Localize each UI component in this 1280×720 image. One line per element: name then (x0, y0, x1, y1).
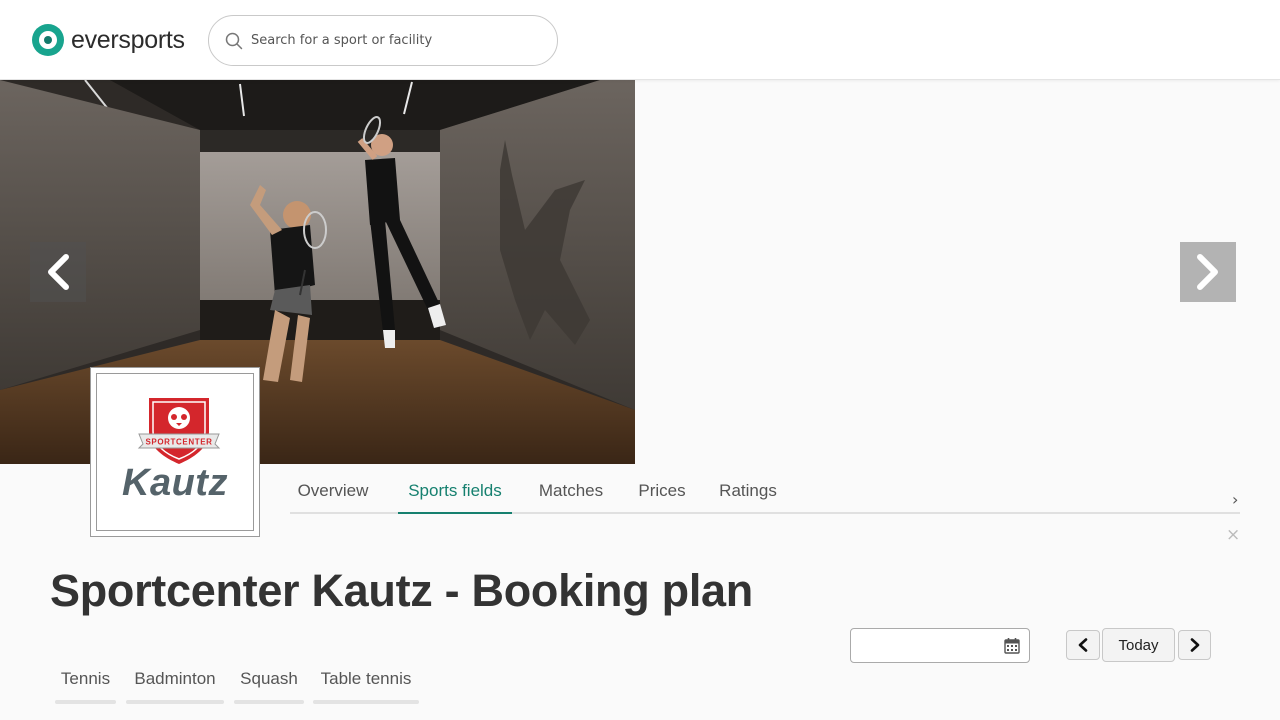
facility-wordmark: Kautz (122, 462, 228, 504)
facility-tabs: Overview Sports fields Matches Prices Ra… (290, 470, 1240, 514)
sportcenter-crest-logo: SPORTCENTER (137, 398, 221, 464)
eversports-logo-icon (32, 24, 64, 56)
sport-tab-indicator (126, 700, 224, 704)
sport-tab-label: Table tennis (320, 669, 412, 688)
tab-sports-fields[interactable]: Sports fields (398, 470, 512, 514)
sport-tab-label: Tennis (60, 669, 111, 688)
eversports-logo[interactable]: eversports (32, 22, 185, 58)
sport-tab-indicator (55, 700, 116, 704)
tab-matches[interactable]: Matches (534, 470, 608, 514)
sport-tab-tennis[interactable]: Tennis (55, 666, 116, 704)
crest-text: SPORTCENTER (145, 438, 212, 447)
site-header: eversports (0, 0, 1280, 80)
page-title: Sportcenter Kautz - Booking plan (50, 565, 753, 616)
chevron-left-icon (1078, 638, 1088, 652)
sport-tab-label: Badminton (134, 669, 216, 688)
calendar-icon[interactable] (1004, 637, 1020, 654)
sport-tab-indicator (234, 700, 304, 704)
search-input[interactable] (251, 33, 531, 48)
sport-tab-table-tennis[interactable]: Table tennis (313, 666, 419, 704)
tab-prices[interactable]: Prices (634, 470, 690, 514)
sport-tab-squash[interactable]: Squash (234, 666, 304, 704)
search-icon (225, 32, 243, 49)
chevron-right-icon (1190, 638, 1199, 652)
tab-overview[interactable]: Overview (290, 470, 376, 514)
next-photo-button[interactable] (1180, 242, 1236, 302)
previous-photo-button[interactable] (30, 242, 86, 302)
chevron-left-icon (48, 254, 69, 290)
sport-tab-indicator (313, 700, 419, 704)
previous-day-button[interactable] (1066, 630, 1100, 660)
facility-logo-frame: SPORTCENTER Kautz (96, 373, 254, 531)
sport-tab-label: Squash (240, 669, 298, 688)
facility-logo: SPORTCENTER Kautz (90, 367, 260, 537)
tabs-scroll-right-icon[interactable]: › (1232, 490, 1238, 509)
sport-tab-badminton[interactable]: Badminton (126, 666, 224, 704)
next-day-button[interactable] (1178, 630, 1211, 660)
today-button[interactable]: Today (1102, 628, 1175, 662)
tab-ratings[interactable]: Ratings (714, 470, 782, 514)
search-bar[interactable] (208, 15, 558, 66)
date-picker-field[interactable] (850, 628, 1030, 663)
brand-name: eversports (71, 25, 185, 54)
chevron-right-icon (1197, 254, 1218, 290)
close-icon[interactable]: × (1226, 525, 1240, 545)
